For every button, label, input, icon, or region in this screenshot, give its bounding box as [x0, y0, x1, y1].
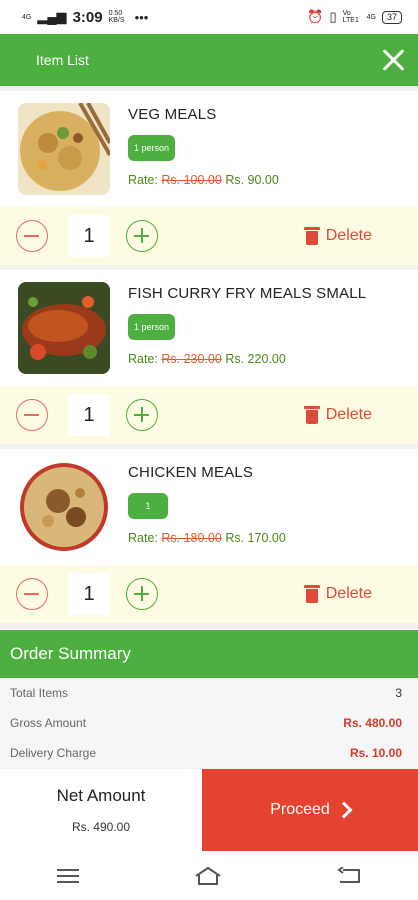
old-price: Rs. 100.00 [161, 173, 222, 187]
battery-icon: 37 [381, 10, 402, 24]
close-icon[interactable] [380, 47, 406, 73]
old-price: Rs. 230.00 [161, 352, 222, 366]
delete-label: Delete [325, 406, 372, 423]
veg-meals-image [18, 103, 110, 195]
summary-row-delivery: Delivery Charge Rs. 10.00 [0, 738, 418, 768]
order-summary: Order Summary Total Items 3 Gross Amount… [0, 630, 418, 768]
trash-icon [303, 585, 320, 603]
list-item: CHICKEN MEALS 1 Rate: Rs. 180.00 Rs. 170… [0, 449, 418, 623]
item-rate: Rate: Rs. 230.00 Rs. 220.00 [128, 352, 366, 366]
home-icon[interactable] [194, 866, 222, 886]
delete-label: Delete [325, 585, 372, 602]
item-name: CHICKEN MEALS [128, 464, 254, 481]
old-price: Rs. 180.00 [161, 531, 222, 545]
proceed-label: Proceed [270, 801, 330, 818]
serving-badge: 1 [128, 493, 168, 519]
delivery-charge-value: Rs. 10.00 [349, 746, 402, 760]
list-item: FISH CURRY FRY MEALS SMALL 1 person Rate… [0, 270, 418, 444]
network-speed: 0.50 KB/S [108, 10, 125, 24]
signal-icon: ▂▄▆ [37, 9, 67, 24]
alarm-icon: ⏰ [307, 9, 324, 24]
system-nav-bar [0, 851, 418, 900]
net-amount-panel: Net Amount Rs. 490.00 [0, 769, 202, 851]
delete-button[interactable]: Delete [303, 406, 372, 424]
serving-badge: 1 person [128, 314, 176, 340]
item-rate: Rate: Rs. 180.00 Rs. 170.00 [128, 531, 286, 545]
vibrate-icon: ▯ [329, 9, 337, 24]
total-items-value: 3 [395, 686, 402, 700]
summary-row-total-items: Total Items 3 [0, 678, 418, 708]
proceed-button[interactable]: Proceed [202, 769, 418, 851]
rate-label: Rate: [128, 173, 158, 187]
summary-row-gross: Gross Amount Rs. 480.00 [0, 708, 418, 738]
delete-button[interactable]: Delete [303, 585, 372, 603]
net-amount-value: Rs. 490.00 [71, 820, 131, 834]
checkout-footer: Net Amount Rs. 490.00 Proceed [0, 769, 418, 851]
chevron-right-icon [335, 801, 353, 819]
new-price: Rs. 220.00 [225, 352, 286, 366]
chicken-meals-image [18, 461, 110, 553]
rate-label: Rate: [128, 352, 158, 366]
trash-icon [303, 227, 320, 245]
rate-label: Rate: [128, 531, 158, 545]
delete-button[interactable]: Delete [303, 227, 372, 245]
page-title: Item List [36, 52, 89, 68]
item-name: FISH CURRY FRY MEALS SMALL [128, 285, 367, 302]
gross-amount-value: Rs. 480.00 [343, 716, 402, 730]
decrease-quantity-button[interactable] [16, 578, 48, 610]
order-summary-title: Order Summary [0, 630, 418, 678]
more-icon: ••• [134, 9, 149, 25]
fish-curry-image [18, 282, 110, 374]
signal-4g-label: 4G [366, 13, 376, 21]
item-rate: Rate: Rs. 100.00 Rs. 90.00 [128, 173, 279, 187]
trash-icon [303, 406, 320, 424]
decrease-quantity-button[interactable] [16, 220, 48, 252]
quantity-value: 1 [68, 394, 110, 436]
decrease-quantity-button[interactable] [16, 399, 48, 431]
new-price: Rs. 170.00 [225, 531, 286, 545]
delivery-charge-label: Delivery Charge [10, 746, 97, 760]
increase-quantity-button[interactable] [126, 399, 158, 431]
net-amount-label: Net Amount [56, 786, 146, 805]
total-items-label: Total Items [10, 686, 69, 700]
back-icon[interactable] [336, 866, 361, 885]
app-bar: Item List [0, 34, 418, 86]
volte-label: Vo LTE1 [342, 10, 359, 24]
clock: 3:09 [72, 8, 103, 26]
quantity-value: 1 [68, 215, 110, 257]
quantity-value: 1 [68, 573, 110, 615]
item-name: VEG MEALS [128, 106, 217, 123]
delete-label: Delete [325, 227, 372, 244]
menu-icon[interactable] [57, 868, 80, 884]
increase-quantity-button[interactable] [126, 220, 158, 252]
gross-amount-label: Gross Amount [10, 716, 87, 730]
serving-badge: 1 person [128, 135, 176, 161]
network-4g-icon: 4G [22, 13, 32, 21]
increase-quantity-button[interactable] [126, 578, 158, 610]
status-bar: 4G ▂▄▆ 3:09 0.50 KB/S ••• ⏰ ▯ Vo LTE1 4G… [0, 0, 418, 34]
list-item: VEG MEALS 1 person Rate: Rs. 100.00 Rs. … [0, 91, 418, 265]
new-price: Rs. 90.00 [225, 173, 279, 187]
